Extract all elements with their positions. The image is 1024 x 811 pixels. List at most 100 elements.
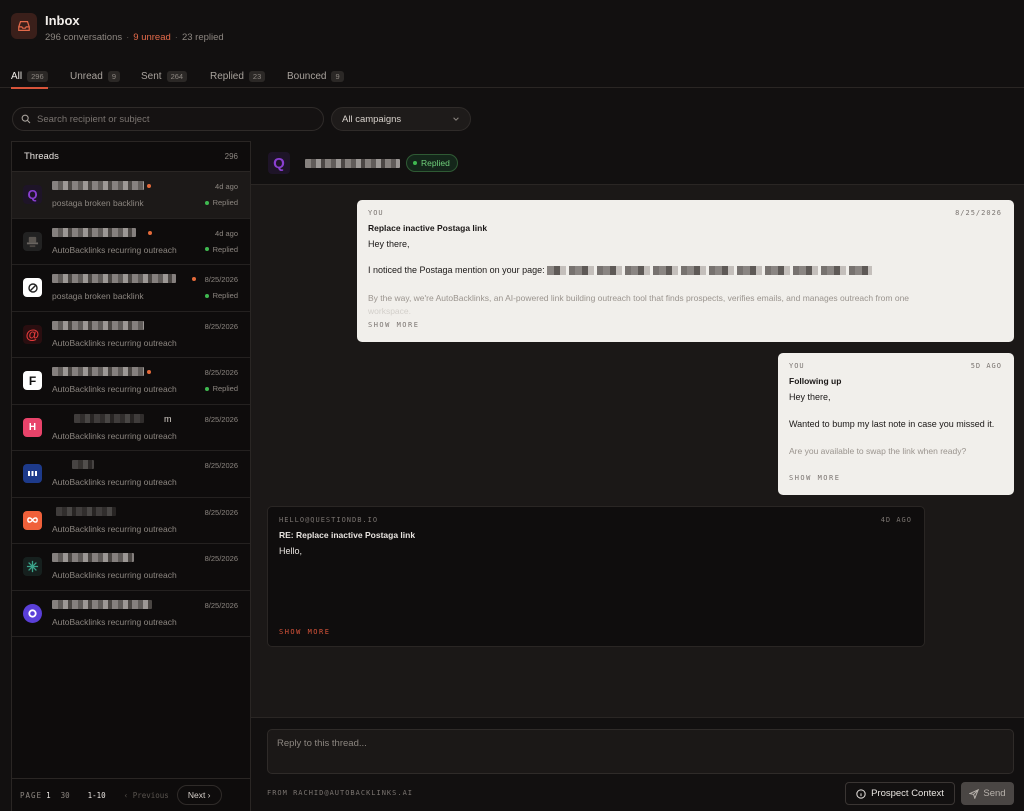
thread-date: 8/25/2026 xyxy=(204,461,238,470)
filter-tabs: All 296 Unread 9 Sent 264 Replied 23 Bounced… xyxy=(0,60,1024,89)
message-date: 4D AGO xyxy=(880,516,912,524)
thread-row[interactable]: 8/25/2026 postaga broken backlink Replie… xyxy=(12,265,250,312)
bars-logo-icon xyxy=(28,471,37,476)
hat-icon xyxy=(26,236,39,247)
redacted-recipient xyxy=(72,460,94,469)
reply-composer: FROM RACHID@AUTOBACKLINKS.AI Prospect Co… xyxy=(251,717,1024,811)
recipient-fragment: m xyxy=(164,413,172,424)
thread-subject: AutoBacklinks recurring outreach xyxy=(52,616,177,627)
tab-count: 23 xyxy=(248,70,266,82)
next-button[interactable]: Next › xyxy=(176,785,222,805)
thread-date: 8/25/2026 xyxy=(204,275,238,284)
thread-subject: AutoBacklinks recurring outreach xyxy=(52,244,177,255)
redacted-recipient xyxy=(52,320,144,330)
unread-count: 9 unread xyxy=(133,32,171,43)
thread-subject: AutoBacklinks recurring outreach xyxy=(52,477,177,487)
message-subject: Replace inactive Postaga link xyxy=(368,223,488,233)
tab-sent[interactable]: Sent 264 xyxy=(141,65,188,87)
redacted-url xyxy=(547,266,873,276)
thread-date: 8/25/2026 xyxy=(204,368,238,377)
thread-row[interactable]: Q 4d ago postaga broken backlink Replied xyxy=(12,172,250,219)
conversation-pane: Q Replied YOU 8/25/2026 Replace inactive… xyxy=(251,141,1024,811)
unread-indicator xyxy=(147,184,151,188)
thread-avatar: F xyxy=(23,371,42,390)
threads-count: 296 xyxy=(224,152,238,161)
reply-input[interactable] xyxy=(277,738,1004,765)
tab-unread[interactable]: Unread 9 xyxy=(70,65,120,87)
total-pages: 30 xyxy=(60,790,70,800)
ring-logo-icon xyxy=(28,608,37,618)
redacted-recipient xyxy=(52,274,176,283)
search-bar[interactable] xyxy=(12,107,324,131)
thread-avatar xyxy=(23,278,42,297)
thread-subject: AutoBacklinks recurring outreach xyxy=(52,523,177,534)
message-outgoing: YOU 5D AGO Following up Hey there, Wante… xyxy=(778,353,1014,495)
thread-row[interactable]: 8/25/2026 AutoBacklinks recurring outrea… xyxy=(12,591,250,637)
thread-avatar xyxy=(23,557,42,576)
campaign-select-value: All campaigns xyxy=(342,113,402,125)
slash-logo-icon xyxy=(27,282,38,293)
unread-indicator xyxy=(192,277,196,281)
threads-header: Threads 296 xyxy=(12,142,250,172)
tab-count: 9 xyxy=(331,70,344,82)
search-icon xyxy=(21,114,31,124)
reply-box[interactable] xyxy=(267,729,1014,774)
page-label: PAGE xyxy=(20,790,43,800)
message-line: Hey there, xyxy=(368,239,410,249)
thread-date: 8/25/2026 xyxy=(204,507,238,517)
threads-title: Threads xyxy=(24,151,59,162)
thread-row[interactable]: F 8/25/2026 AutoBacklinks recurring outr… xyxy=(12,358,250,405)
replied-count: 23 replied xyxy=(181,32,224,43)
tab-all[interactable]: All 296 xyxy=(11,65,48,89)
current-page: 1 xyxy=(46,790,51,800)
message-subject: Following up xyxy=(789,376,842,386)
thread-date: 8/25/2026 xyxy=(204,554,238,563)
send-button[interactable]: Send xyxy=(961,782,1014,805)
chevron-down-icon xyxy=(453,117,459,121)
redacted-recipient xyxy=(74,413,144,423)
pagination: PAGE 1 30 1-10 ‹ Previous Next › xyxy=(12,778,250,811)
tab-count: 264 xyxy=(166,70,188,82)
tab-replied[interactable]: Replied 23 xyxy=(210,65,266,87)
thread-avatar: H xyxy=(23,417,42,437)
thread-row[interactable]: 4d ago AutoBacklinks recurring outreach … xyxy=(12,219,250,265)
page-range: 1-10 xyxy=(87,790,106,800)
thread-avatar: @ xyxy=(23,324,42,344)
contact-avatar: Q xyxy=(268,152,290,174)
message-sender: YOU xyxy=(789,362,805,370)
thread-avatar: Q xyxy=(23,185,42,204)
thread-row[interactable]: 8/25/2026 AutoBacklinks recurring outrea… xyxy=(12,498,250,544)
message-outgoing: YOU 8/25/2026 Replace inactive Postaga l… xyxy=(357,200,1014,342)
asterisk-logo-icon xyxy=(26,560,39,573)
search-input[interactable] xyxy=(37,113,307,125)
prospect-context-button[interactable]: Prospect Context xyxy=(845,782,955,805)
thread-date: 8/25/2026 xyxy=(204,414,238,424)
message-date: 5D AGO xyxy=(970,362,1002,370)
redacted-recipient xyxy=(52,227,136,237)
message-subject: RE: Replace inactive Postaga link xyxy=(279,530,416,540)
thread-row[interactable]: 8/25/2026 AutoBacklinks recurring outrea… xyxy=(12,451,250,498)
inbox-icon xyxy=(11,13,37,39)
message-line: Hey there, xyxy=(789,392,831,402)
message-incoming: HELLO@QUESTIONDB.IO 4D AGO RE: Replace i… xyxy=(267,506,925,647)
tab-bounced[interactable]: Bounced 9 xyxy=(287,65,344,87)
thread-subject: postaga broken backlink xyxy=(52,198,144,208)
message-line: Hello, xyxy=(279,546,303,556)
show-more-button[interactable]: SHOW MORE xyxy=(279,628,330,636)
show-more-button[interactable]: SHOW MORE xyxy=(789,474,840,482)
inbox-stats: 296 conversations · 9 unread · 23 replied xyxy=(45,32,224,43)
conversation-header: Q Replied xyxy=(251,141,1024,185)
unread-indicator xyxy=(147,370,151,374)
campaign-select[interactable]: All campaigns xyxy=(331,107,471,131)
show-more-button[interactable]: SHOW MORE xyxy=(368,321,419,329)
thread-row[interactable]: @ 8/25/2026 AutoBacklinks recurring outr… xyxy=(12,312,250,358)
redacted-recipient xyxy=(56,506,116,516)
thread-avatar xyxy=(23,231,42,251)
thread-row[interactable]: H m 8/25/2026 AutoBacklinks recurring ou… xyxy=(12,405,250,451)
status-badge: Replied xyxy=(406,154,458,172)
previous-button[interactable]: ‹ Previous xyxy=(124,791,169,800)
thread-row[interactable]: 8/25/2026 AutoBacklinks recurring outrea… xyxy=(12,544,250,591)
message-sender: HELLO@QUESTIONDB.IO xyxy=(279,516,379,524)
thread-date: 4d ago xyxy=(215,228,238,238)
thread-subject: AutoBacklinks recurring outreach xyxy=(52,570,177,580)
